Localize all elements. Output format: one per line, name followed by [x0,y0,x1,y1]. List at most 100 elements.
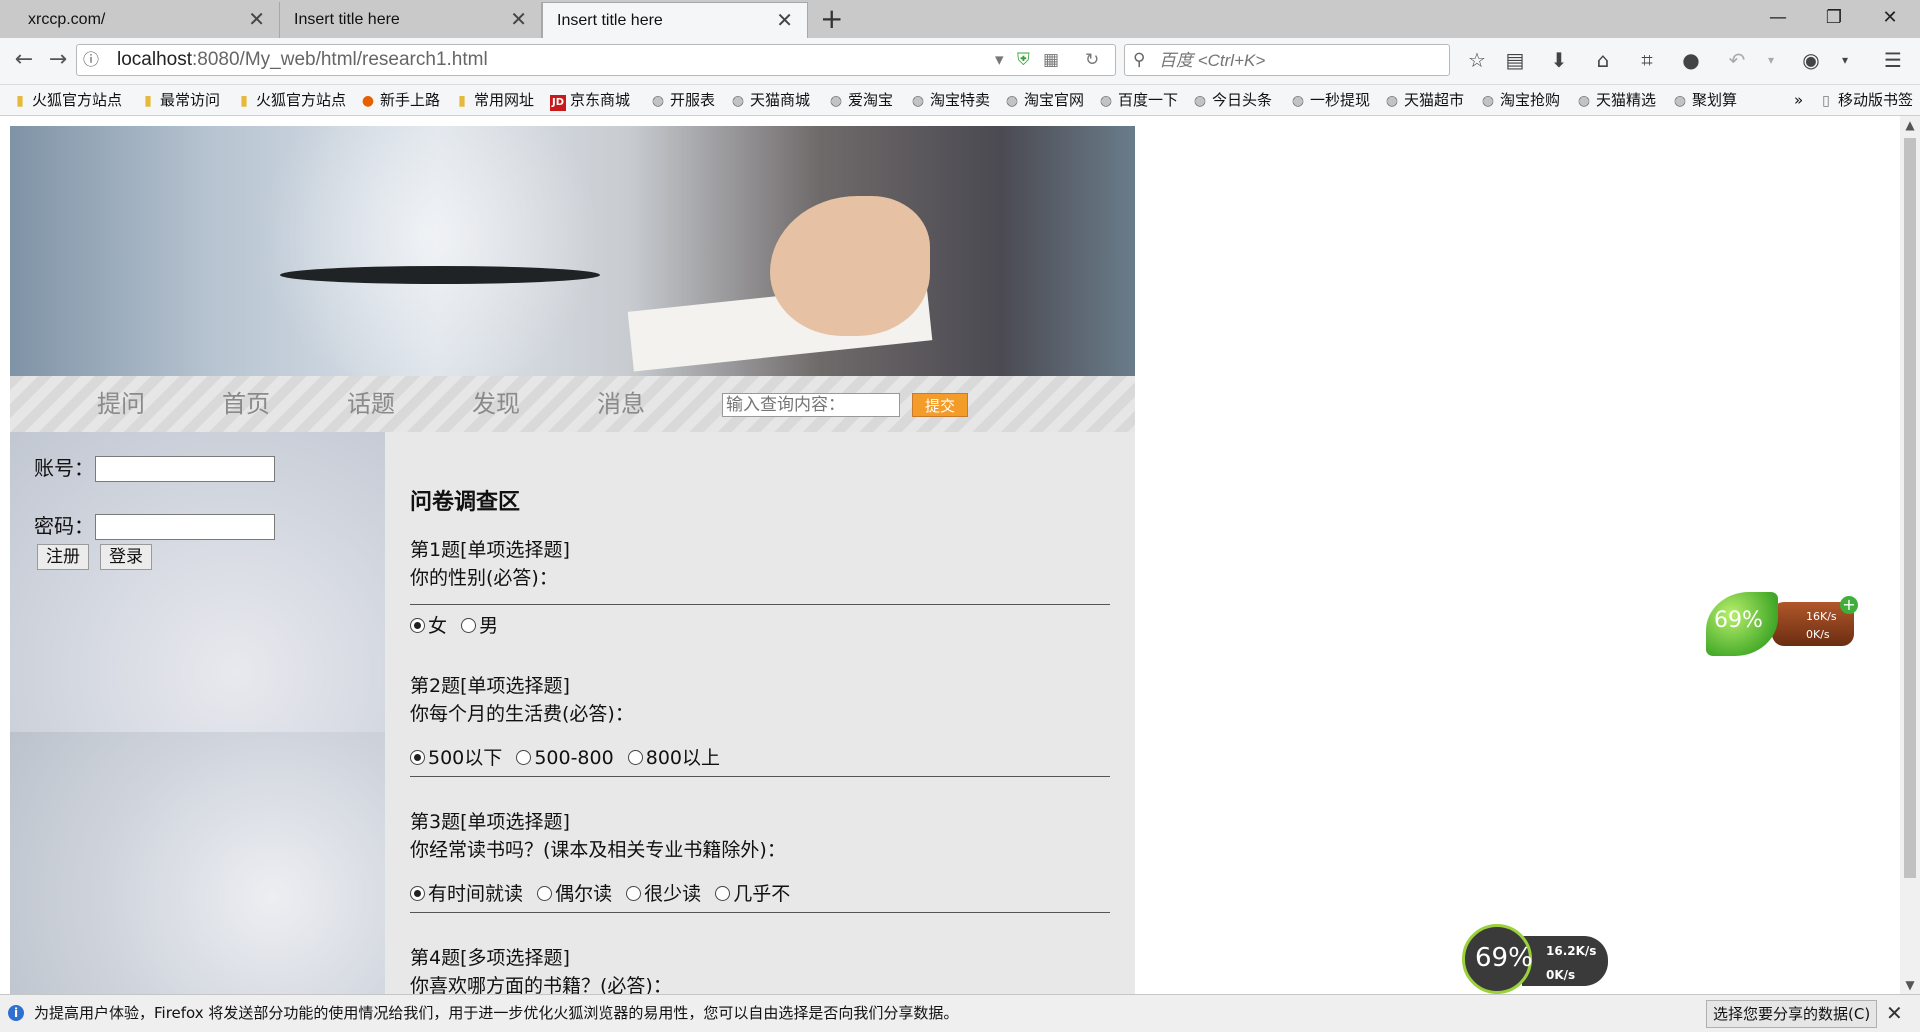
site-info-icon[interactable]: ⓘ [83,45,99,75]
bookmark-item[interactable]: ▮ 火狐官方站点 [236,85,346,115]
menu-item-discover[interactable]: 发现 [472,376,520,432]
option-female[interactable]: 女 [410,612,447,640]
close-window-icon[interactable]: ✕ [1862,0,1918,38]
radio-button[interactable] [626,886,642,901]
bookmark-item[interactable]: ◍ 淘宝官网 [1004,85,1084,115]
undo-dropdown-icon[interactable]: ▾ [1754,44,1788,76]
screenshot-icon[interactable]: ⌗ [1630,44,1664,76]
bookmark-item[interactable]: ◍ 天猫商城 [730,85,810,115]
search-bar[interactable]: ⚲ [1124,44,1450,76]
option-500-800[interactable]: 500-800 [516,744,614,772]
qr-code-icon[interactable]: ▦ [1043,45,1059,75]
bookmark-item[interactable]: ◍ 天猫超市 [1384,85,1464,115]
close-tab-icon[interactable]: ✕ [776,3,793,39]
bookmark-item[interactable]: ◍ 爱淘宝 [828,85,893,115]
bookmark-item[interactable]: JD 京东商城 [550,85,630,115]
radio-button[interactable] [537,886,553,901]
site-search-input[interactable] [722,393,900,417]
survey-area: 问卷调查区 第1题[单项选择题] 你的性别(必答)： 女 男 第2题[单项选择题… [385,432,1135,994]
globe-icon: ◍ [1673,93,1687,109]
radio-button[interactable] [516,750,532,765]
bookmark-item[interactable]: ◍ 开服表 [650,85,715,115]
reload-icon[interactable]: ↻ [1085,45,1099,75]
scrollbar-thumb[interactable] [1904,138,1916,878]
new-tab-icon[interactable]: + [820,2,843,36]
chat-icon[interactable]: ● [1674,44,1708,76]
bookmarks-more-icon[interactable]: » [1794,85,1803,115]
network-monitor-leaf-widget[interactable]: 69% 16K/s 0K/s + [1706,588,1858,662]
upload-speed: 16K/s [1806,610,1837,623]
menu-icon[interactable]: ☰ [1876,44,1910,76]
tab-insert-title-2[interactable]: Insert title here ✕ [542,2,808,38]
tab-xrccp[interactable]: xrccp.com/ ✕ [14,2,280,38]
url-bar[interactable]: ⓘ localhost:8080/My_web/html/research1.h… [76,44,1116,76]
forward-icon[interactable]: → [42,44,74,76]
globe-icon: ◍ [651,93,665,109]
option-male[interactable]: 男 [461,612,498,640]
page-viewport: 提问 首页 话题 发现 消息 提交 账号： 密码： 注册 登录 问卷调查区 第1… [0,116,1900,994]
close-notification-icon[interactable]: ✕ [1886,995,1903,1032]
dropdown-arrow-icon[interactable]: ▾ [995,45,1004,75]
radio-button[interactable] [461,618,477,633]
undo-icon[interactable]: ↶ [1720,44,1754,76]
bookmark-item[interactable]: ◍ 淘宝特卖 [910,85,990,115]
bookmark-item[interactable]: ● 新手上路 [360,85,440,115]
option-label: 偶尔读 [555,883,613,905]
bookmark-item[interactable]: ◍ 天猫精选 [1576,85,1656,115]
radio-button[interactable] [627,750,643,765]
restore-icon[interactable]: ❐ [1806,0,1862,38]
back-icon[interactable]: ← [8,44,40,76]
bookmark-item[interactable]: ▮ 最常访问 [140,85,220,115]
scroll-up-icon[interactable]: ▲ [1900,118,1920,132]
option-read-rarely[interactable]: 很少读 [626,880,701,908]
bookmark-item[interactable]: ◍ 淘宝抢购 [1480,85,1560,115]
shield-icon[interactable]: ⛨ [1017,45,1030,75]
url-text[interactable]: localhost:8080/My_web/html/research1.htm… [117,45,488,75]
tab-insert-title-1[interactable]: Insert title here ✕ [280,2,542,38]
menu-item-ask[interactable]: 提问 [97,376,145,432]
bookmark-label: 淘宝特卖 [930,91,991,109]
close-tab-icon[interactable]: ✕ [248,2,265,38]
radio-button[interactable] [410,618,425,633]
mobile-bookmarks[interactable]: ▯ 移动版书签 [1818,85,1913,115]
option-almost-never[interactable]: 几乎不 [715,880,790,908]
bookmark-item[interactable]: ◍ 聚划算 [1672,85,1737,115]
option-read-when-free[interactable]: 有时间就读 [410,880,523,908]
login-button[interactable]: 登录 [100,544,152,570]
bookmark-item[interactable]: ◍ 一秒提现 [1290,85,1370,115]
bookmark-item[interactable]: ▮ 火狐官方站点 [12,85,122,115]
page-scrollbar[interactable]: ▲ ▼ [1900,116,1920,994]
radio-button[interactable] [715,886,731,901]
home-icon[interactable]: ⌂ [1586,44,1620,76]
network-speed-widget[interactable]: 69% 16.2K/s 0K/s [1462,924,1612,998]
option-read-occasionally[interactable]: 偶尔读 [537,880,612,908]
search-input[interactable] [1157,48,1441,74]
menu-item-messages[interactable]: 消息 [597,376,645,432]
reader-list-icon[interactable]: ▤ [1498,44,1532,76]
choose-data-button[interactable]: 选择您要分享的数据(C) [1706,1000,1878,1028]
menu-item-topics[interactable]: 话题 [347,376,395,432]
register-button[interactable]: 注册 [37,544,89,570]
bookmark-item[interactable]: ◍ 今日头条 [1192,85,1272,115]
submit-button[interactable]: 提交 [912,393,968,417]
folder-icon: ▮ [240,93,248,109]
option-label: 500-800 [534,747,614,769]
radio-button[interactable] [410,750,425,765]
bookmark-item[interactable]: ◍ 百度一下 [1098,85,1178,115]
extension-icon[interactable]: ◉ [1794,44,1828,76]
account-input[interactable] [95,456,275,482]
bookmark-item[interactable]: ▮ 常用网址 [454,85,534,115]
radio-button[interactable] [410,886,425,901]
minimize-icon[interactable]: — [1750,0,1806,38]
download-icon[interactable]: ⬇ [1542,44,1576,76]
password-input[interactable] [95,514,275,540]
plus-icon[interactable]: + [1840,596,1858,614]
account-label: 账号： [34,456,94,480]
scroll-down-icon[interactable]: ▼ [1900,978,1920,992]
extension-dropdown-icon[interactable]: ▾ [1828,44,1862,76]
option-below-500[interactable]: 500以下 [410,744,502,772]
menu-item-home[interactable]: 首页 [222,376,270,432]
close-tab-icon[interactable]: ✕ [510,2,527,38]
bookmark-star-icon[interactable]: ☆ [1460,44,1494,76]
option-above-800[interactable]: 800以上 [627,744,720,772]
